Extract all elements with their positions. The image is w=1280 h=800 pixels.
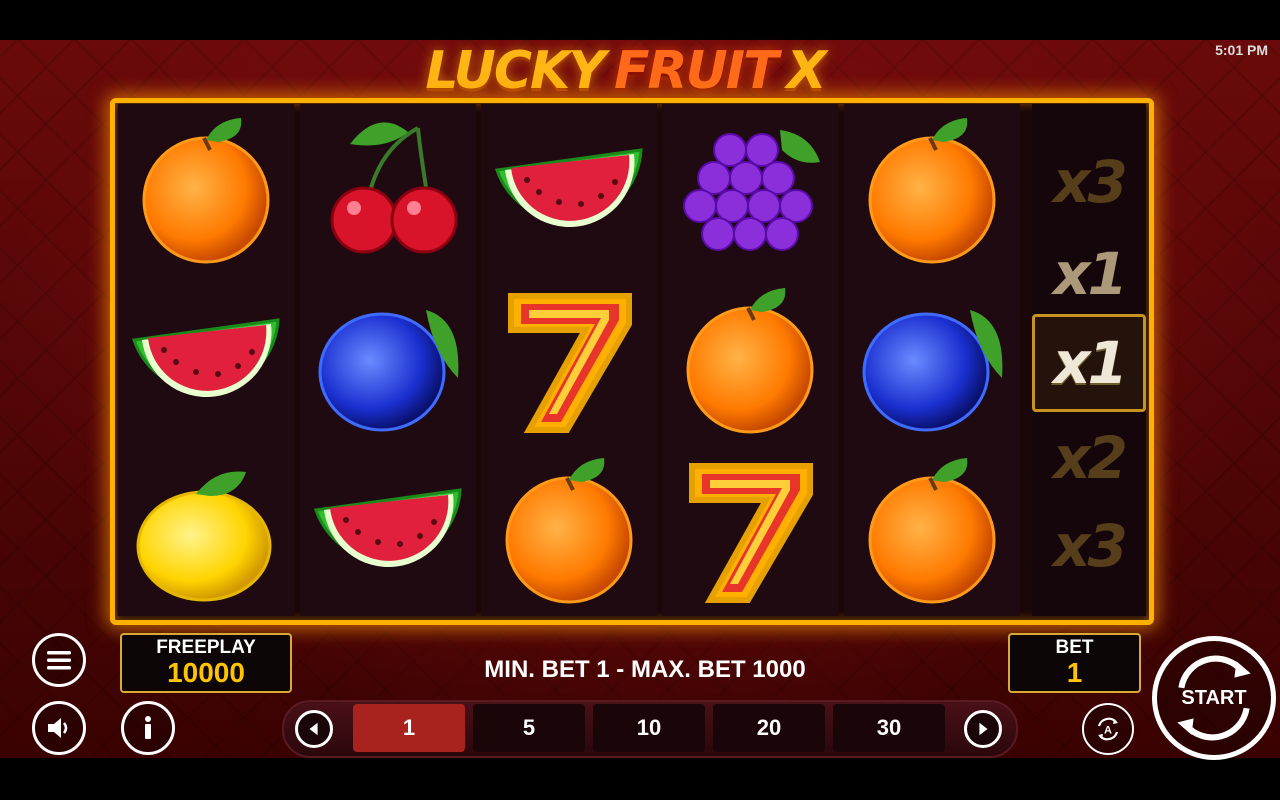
seven-icon — [508, 293, 632, 433]
watermelon-symbol — [300, 445, 476, 615]
autoplay-button[interactable]: A — [1082, 703, 1134, 755]
watermelon-icon — [131, 318, 280, 397]
logo-word-lucky: LUCKY — [425, 41, 606, 101]
logo-word-fruit: FRUIT — [613, 41, 779, 101]
bet-panel: BET 1 — [1008, 633, 1141, 693]
watermelon-icon — [313, 488, 462, 567]
multiplier-slot: x3 — [1053, 512, 1128, 580]
orange-icon — [868, 118, 996, 264]
seven-symbol — [481, 275, 657, 445]
autoplay-icon: A — [1097, 717, 1119, 741]
logo-word-x: X — [786, 41, 827, 101]
bet-next-button[interactable] — [964, 710, 1002, 748]
svg-text:A: A — [1104, 725, 1112, 737]
grapes-symbol — [662, 105, 838, 275]
info-icon — [145, 716, 151, 739]
orange-symbol — [481, 445, 657, 615]
info-button[interactable] — [121, 701, 175, 755]
start-label: START — [1181, 686, 1247, 709]
start-button[interactable]: START — [1152, 636, 1276, 760]
orange-symbol — [662, 275, 838, 445]
plum-icon — [318, 310, 459, 432]
lemon-symbol — [118, 445, 294, 615]
menu-button[interactable] — [32, 633, 86, 687]
orange-icon — [142, 118, 270, 264]
orange-icon — [868, 458, 996, 604]
watermelon-symbol — [481, 105, 657, 275]
multiplier-slot: x2 — [1053, 424, 1128, 492]
bet-option[interactable]: 20 — [713, 704, 825, 752]
grapes-icon — [683, 130, 820, 251]
freeplay-label: FREEPLAY — [156, 637, 256, 658]
sound-button[interactable] — [32, 701, 86, 755]
plum-icon — [862, 310, 1003, 432]
seven-icon — [689, 463, 813, 603]
game-logo: LUCKY FRUIT X — [385, 36, 865, 106]
bet-limits-text: MIN. BET 1 - MAX. BET 1000 — [484, 656, 806, 683]
plum-symbol — [300, 275, 476, 445]
bet-value: 1 — [1066, 657, 1083, 688]
freeplay-panel: FREEPLAY 10000 — [120, 633, 292, 693]
watermelon-icon — [494, 148, 643, 227]
orange-symbol — [844, 445, 1020, 615]
chevron-left-icon — [309, 722, 318, 736]
orange-symbol — [844, 105, 1020, 275]
chevron-right-icon — [979, 722, 988, 736]
lemon-icon — [136, 471, 272, 602]
cherry-icon — [330, 122, 458, 254]
seven-symbol — [662, 445, 838, 615]
multiplier-slot: x3 — [1053, 148, 1128, 216]
plum-symbol — [844, 275, 1020, 445]
bet-label: BET — [1055, 637, 1094, 658]
cherry-symbol — [300, 105, 476, 275]
orange-symbol — [118, 105, 294, 275]
bet-option[interactable]: 1 — [353, 704, 465, 752]
orange-icon — [686, 288, 814, 434]
bet-prev-button[interactable] — [295, 710, 333, 748]
bet-option[interactable]: 10 — [593, 704, 705, 752]
bet-option[interactable]: 5 — [473, 704, 585, 752]
watermelon-symbol — [118, 275, 294, 445]
bet-option[interactable]: 30 — [833, 704, 945, 752]
multiplier-slot: x1 — [1053, 240, 1128, 308]
status-time: 5:01 PM — [1215, 42, 1268, 58]
orange-icon — [505, 458, 633, 604]
menu-icon — [47, 651, 71, 670]
freeplay-value: 10000 — [167, 657, 245, 688]
multiplier-active: x1 — [1032, 314, 1146, 412]
speaker-icon — [48, 718, 68, 738]
